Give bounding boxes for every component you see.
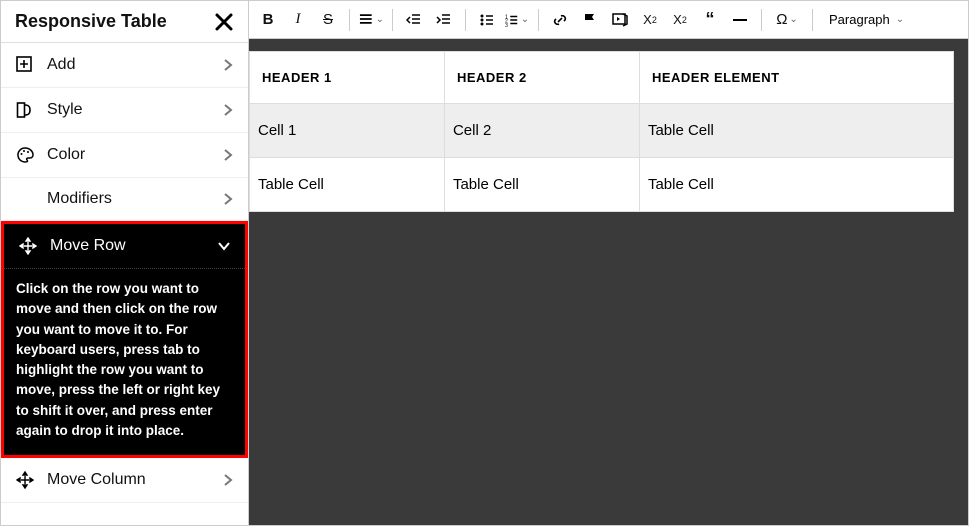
chevron-right-icon: [222, 473, 234, 487]
chevron-right-icon: [222, 103, 234, 117]
table-cell[interactable]: Table Cell: [444, 158, 639, 212]
subscript-button[interactable]: X2: [667, 7, 693, 33]
table-row[interactable]: Cell 1 Cell 2 Table Cell: [250, 104, 954, 158]
link-button[interactable]: [547, 7, 573, 33]
sidebar: Responsive Table Add Style Color Modi: [1, 1, 249, 525]
indent-button[interactable]: [431, 7, 457, 33]
sidebar-item-add[interactable]: Add: [1, 43, 248, 88]
chevron-right-icon: [222, 148, 234, 162]
sidebar-item-label: Color: [47, 146, 222, 164]
move-row-help-text: Click on the row you want to move and th…: [4, 269, 245, 455]
blockquote-button[interactable]: “: [697, 7, 723, 33]
bold-button[interactable]: B: [255, 7, 281, 33]
main-area: B I S ⌄ 123⌄ X2 X2 “: [249, 1, 968, 525]
sidebar-item-move-row[interactable]: Move Row: [4, 224, 245, 269]
palette-icon: [15, 145, 35, 165]
toolbar-separator: [392, 9, 393, 31]
horizontal-rule-button[interactable]: [727, 7, 753, 33]
table-cell[interactable]: Table Cell: [639, 158, 953, 212]
toolbar-separator: [465, 9, 466, 31]
sidebar-item-modifiers[interactable]: Modifiers: [1, 178, 248, 221]
responsive-table[interactable]: Header 1 Header 2 Header Element Cell 1 …: [249, 51, 954, 212]
table-header-row[interactable]: Header 1 Header 2 Header Element: [250, 52, 954, 104]
sidebar-item-move-row-expanded: Move Row Click on the row you want to mo…: [1, 221, 248, 458]
editor-canvas[interactable]: Header 1 Header 2 Header Element Cell 1 …: [249, 39, 968, 525]
style-icon: [15, 100, 35, 120]
move-icon: [15, 470, 35, 490]
table-row[interactable]: Table Cell Table Cell Table Cell: [250, 158, 954, 212]
align-button[interactable]: ⌄: [358, 7, 384, 33]
italic-button[interactable]: I: [285, 7, 311, 33]
table-header-cell[interactable]: Header Element: [639, 52, 953, 104]
close-icon[interactable]: [214, 12, 234, 32]
table-cell[interactable]: Cell 1: [250, 104, 445, 158]
sidebar-item-style[interactable]: Style: [1, 88, 248, 133]
toolbar-separator: [761, 9, 762, 31]
numbered-list-button[interactable]: 123⌄: [504, 7, 530, 33]
special-char-button[interactable]: Ω⌄: [770, 7, 804, 33]
chevron-down-icon: [217, 240, 231, 252]
media-button[interactable]: [607, 7, 633, 33]
add-icon: [15, 55, 35, 75]
table-cell[interactable]: Cell 2: [444, 104, 639, 158]
chevron-right-icon: [222, 58, 234, 72]
sidebar-item-label: Move Row: [50, 237, 217, 255]
flag-button[interactable]: [577, 7, 603, 33]
toolbar-separator: [349, 9, 350, 31]
sidebar-item-label: Modifiers: [47, 190, 222, 208]
sidebar-title: Responsive Table: [15, 11, 167, 32]
table-cell[interactable]: Table Cell: [639, 104, 953, 158]
sidebar-item-label: Add: [47, 56, 222, 74]
paragraph-format-select[interactable]: Paragraph⌄: [821, 7, 912, 33]
toolbar-separator: [538, 9, 539, 31]
table-header-cell[interactable]: Header 2: [444, 52, 639, 104]
strikethrough-button[interactable]: S: [315, 7, 341, 33]
sidebar-item-color[interactable]: Color: [1, 133, 248, 178]
outdent-button[interactable]: [401, 7, 427, 33]
toolbar-separator: [812, 9, 813, 31]
table-cell[interactable]: Table Cell: [250, 158, 445, 212]
superscript-button[interactable]: X2: [637, 7, 663, 33]
sidebar-item-label: Move Column: [47, 471, 222, 489]
paragraph-format-label: Paragraph: [829, 12, 890, 27]
move-icon: [18, 236, 38, 256]
table-header-cell[interactable]: Header 1: [250, 52, 445, 104]
chevron-right-icon: [222, 192, 234, 206]
sidebar-item-move-column[interactable]: Move Column: [1, 458, 248, 503]
svg-text:3: 3: [505, 23, 508, 28]
sidebar-header: Responsive Table: [1, 1, 248, 43]
sidebar-item-label: Style: [47, 101, 222, 119]
bullet-list-button[interactable]: [474, 7, 500, 33]
editor-toolbar: B I S ⌄ 123⌄ X2 X2 “: [249, 1, 968, 39]
